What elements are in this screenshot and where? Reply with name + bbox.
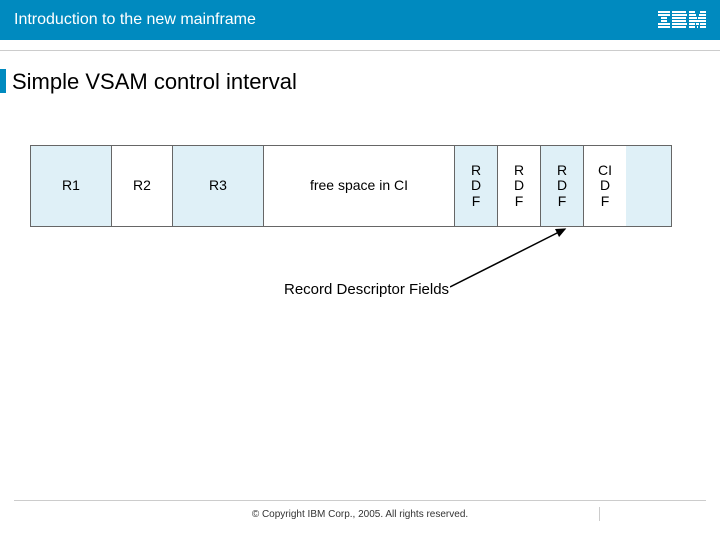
cell-rdf-1: RDF: [455, 146, 498, 226]
cell-r2: R2: [112, 146, 173, 226]
cell-rdf-3: RDF: [541, 146, 584, 226]
cell-free: free space in CI: [264, 146, 455, 226]
ci-diagram: R1 R2 R3 free space in CI RDF RDF RDF CI…: [30, 145, 700, 315]
cell-r1: R1: [31, 146, 112, 226]
cell-cidf: CIDF: [584, 146, 626, 226]
footer-vertical-divider: [599, 507, 600, 521]
rdf-annotation: Record Descriptor Fields: [284, 281, 449, 298]
ci-row: R1 R2 R3 free space in CI RDF RDF RDF CI…: [30, 145, 672, 227]
arrow-icon: [450, 225, 610, 295]
header-bar: Introduction to the new mainframe: [0, 0, 720, 40]
slide-title-row: Simple VSAM control interval: [0, 69, 720, 95]
cell-r3: R3: [173, 146, 264, 226]
header-title: Introduction to the new mainframe: [14, 11, 256, 29]
footer: © Copyright IBM Corp., 2005. All rights …: [0, 500, 720, 520]
copyright-text: © Copyright IBM Corp., 2005. All rights …: [252, 509, 468, 520]
footer-divider-line: [14, 500, 706, 501]
slide-title: Simple VSAM control interval: [12, 69, 297, 95]
ibm-logo-icon: [658, 11, 706, 29]
divider: [0, 50, 720, 51]
cell-rdf-2: RDF: [498, 146, 541, 226]
title-accent: [0, 69, 6, 93]
